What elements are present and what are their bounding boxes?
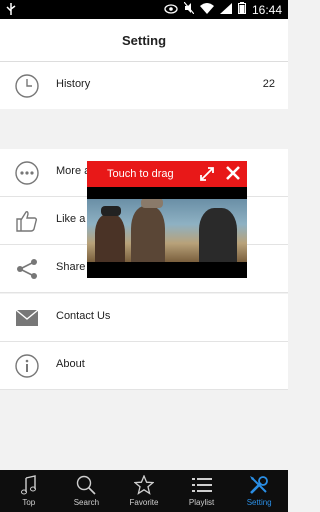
tab-top[interactable]: Top (0, 470, 58, 512)
status-bar: 16:44 (0, 0, 288, 19)
usb-icon (6, 3, 16, 18)
signal-icon (219, 2, 232, 17)
floating-video-player[interactable]: Touch to drag (87, 161, 247, 278)
tab-playlist-label: Playlist (188, 498, 215, 507)
more-icon (14, 161, 40, 185)
mute-icon (183, 1, 195, 17)
tab-bar: Top Search Favorite Playlist Setting (0, 470, 288, 512)
tab-favorite-label: Favorite (129, 498, 159, 507)
eye-icon (164, 3, 178, 17)
history-count: 22 (262, 78, 275, 90)
drag-label: Touch to drag (107, 168, 174, 180)
expand-icon[interactable] (199, 166, 215, 187)
section-divider (0, 109, 288, 149)
drag-handle[interactable]: Touch to drag (87, 161, 247, 187)
wifi-icon (199, 2, 214, 17)
like-label: Like a (56, 213, 86, 225)
clock-icon (14, 74, 40, 98)
about-label: About (56, 358, 85, 370)
settings-row-history[interactable]: History 22 (0, 62, 288, 110)
tab-setting-label: Setting (246, 498, 272, 507)
video-frame (87, 199, 247, 262)
status-time: 16:44 (251, 2, 282, 17)
thumbs-up-icon (14, 209, 40, 233)
list-icon (191, 475, 212, 495)
tab-top-label: Top (22, 498, 36, 507)
mail-icon (14, 306, 40, 330)
info-icon (14, 354, 40, 378)
tools-icon (249, 475, 269, 495)
music-note-icon (20, 475, 37, 495)
close-icon[interactable] (225, 165, 241, 186)
more-label: More a (56, 165, 91, 177)
battery-icon (237, 2, 246, 17)
star-icon (133, 475, 154, 495)
history-label: History (56, 78, 91, 90)
tab-playlist[interactable]: Playlist (173, 470, 231, 512)
tab-search-label: Search (73, 498, 100, 507)
share-label: Share (56, 261, 86, 273)
share-icon (14, 257, 40, 281)
page-title: Setting (121, 32, 167, 48)
tab-search[interactable]: Search (58, 470, 116, 512)
settings-row-about[interactable]: About (0, 342, 288, 390)
header: Setting (0, 19, 288, 62)
tab-setting[interactable]: Setting (230, 470, 288, 512)
search-icon (76, 475, 96, 495)
tab-favorite[interactable]: Favorite (115, 470, 173, 512)
contact-label: Contact Us (56, 310, 111, 322)
settings-row-contact[interactable]: Contact Us (0, 294, 288, 342)
